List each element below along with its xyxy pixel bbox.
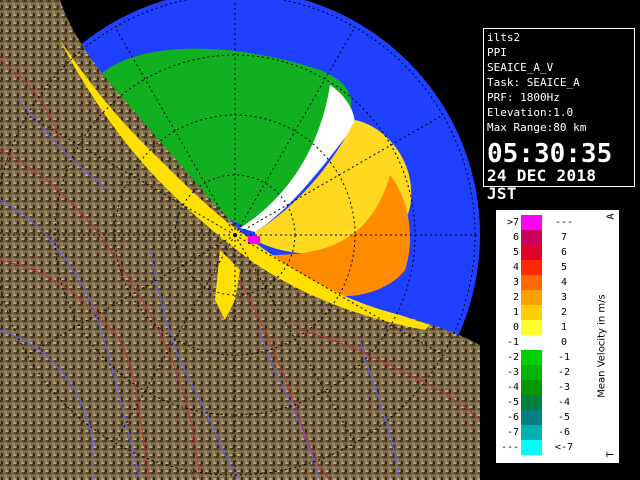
- legend-upper-bound: -5: [557, 412, 571, 423]
- legend-upper-bound: 2: [560, 307, 568, 318]
- legend-color-swatch: [521, 260, 542, 275]
- legend-lower-bound: -1: [506, 337, 519, 348]
- radar-site-marker: [233, 233, 237, 237]
- legend-upper-bound: -6: [557, 427, 571, 438]
- velocity-color-legend: >7 --- 6 7 5 6 4 5 3 4 2 3 1 2 0 1 -1 0 -2 -1 -3 -2 -4 -3 -5 -4 -6…: [496, 210, 619, 463]
- legend-color-swatch: [521, 320, 542, 335]
- legend-lower-bound: 5: [512, 247, 519, 258]
- legend-lower-bound: -5: [506, 397, 519, 408]
- legend-color-swatch: [521, 350, 542, 365]
- legend-corner-bottom: T: [605, 451, 617, 458]
- legend-lower-bound: -7: [506, 427, 519, 438]
- legend-color-swatch: [521, 335, 542, 350]
- legend-color-swatch: [521, 245, 542, 260]
- legend-lower-bound: 3: [512, 277, 519, 288]
- legend-upper-bound: 4: [560, 277, 568, 288]
- legend-upper-bound: 7: [560, 232, 568, 243]
- legend-color-swatch: [521, 440, 542, 455]
- legend-upper-bound: -3: [557, 382, 571, 393]
- legend-upper-bound: -4: [557, 397, 571, 408]
- legend-upper-bound: -1: [557, 352, 571, 363]
- legend-lower-bound: -6: [506, 412, 519, 423]
- radar-name: ilts2: [487, 31, 521, 44]
- legend-lower-bound: -2: [506, 352, 519, 363]
- legend-title-text: Mean Velocity in m/s: [596, 294, 608, 398]
- legend-lower-bound: >7: [506, 217, 519, 228]
- legend-lower-bound: 4: [512, 262, 519, 273]
- max-range-value: Max Range:80 km: [487, 121, 587, 134]
- legend-color-swatch: [521, 305, 542, 320]
- legend-corner-top: A: [605, 213, 617, 220]
- legend-color-swatch: [521, 215, 542, 230]
- radar-ppi-map[interactable]: [0, 0, 480, 480]
- radar-info-panel: ilts2 PPI SEAICE_A_V Task: SEAICE_A PRF:…: [483, 28, 635, 203]
- legend-color-swatch: [521, 275, 542, 290]
- legend-lower-bound: 6: [512, 232, 519, 243]
- legend-upper-bound: 3: [560, 292, 568, 303]
- legend-color-swatch: [521, 365, 542, 380]
- scan-date: 24 DEC 2018 JST: [487, 166, 597, 203]
- product-type: PPI: [487, 46, 507, 59]
- legend-lower-bound: 0: [512, 322, 519, 333]
- legend-axis-title: Mean Velocity in m/s: [587, 271, 617, 421]
- legend-upper-bound: 1: [560, 322, 568, 333]
- legend-lower-bound: ---: [500, 442, 519, 453]
- legend-color-swatch: [521, 395, 542, 410]
- legend-upper-bound: 6: [560, 247, 568, 258]
- scan-time: 05:30:35: [487, 139, 613, 169]
- legend-upper-bound: ---: [554, 217, 574, 228]
- legend-lower-bound: -3: [506, 367, 519, 378]
- legend-color-swatch: [521, 425, 542, 440]
- legend-upper-bound: -2: [557, 367, 571, 378]
- sidebar-panel: ilts2 PPI SEAICE_A_V Task: SEAICE_A PRF:…: [480, 0, 640, 480]
- legend-upper-bound: <-7: [554, 442, 574, 453]
- legend-color-swatch: [521, 230, 542, 245]
- legend-upper-bound: 5: [560, 262, 568, 273]
- legend-color-swatch: [521, 290, 542, 305]
- legend-lower-bound: -4: [506, 382, 519, 393]
- legend-lower-bound: 1: [512, 307, 519, 318]
- task-name: Task: SEAICE_A: [487, 76, 580, 89]
- prf-value: PRF: 1800Hz: [487, 91, 560, 104]
- radar-map-canvas: [0, 0, 480, 480]
- legend-lower-bound: 2: [512, 292, 519, 303]
- product-name: SEAICE_A_V: [487, 61, 554, 74]
- legend-color-swatch: [521, 380, 542, 395]
- echo-magenta: [248, 236, 260, 244]
- legend-upper-bound: 0: [560, 337, 568, 348]
- legend-color-swatch: [521, 410, 542, 425]
- elevation-value: Elevation:1.0: [487, 106, 574, 119]
